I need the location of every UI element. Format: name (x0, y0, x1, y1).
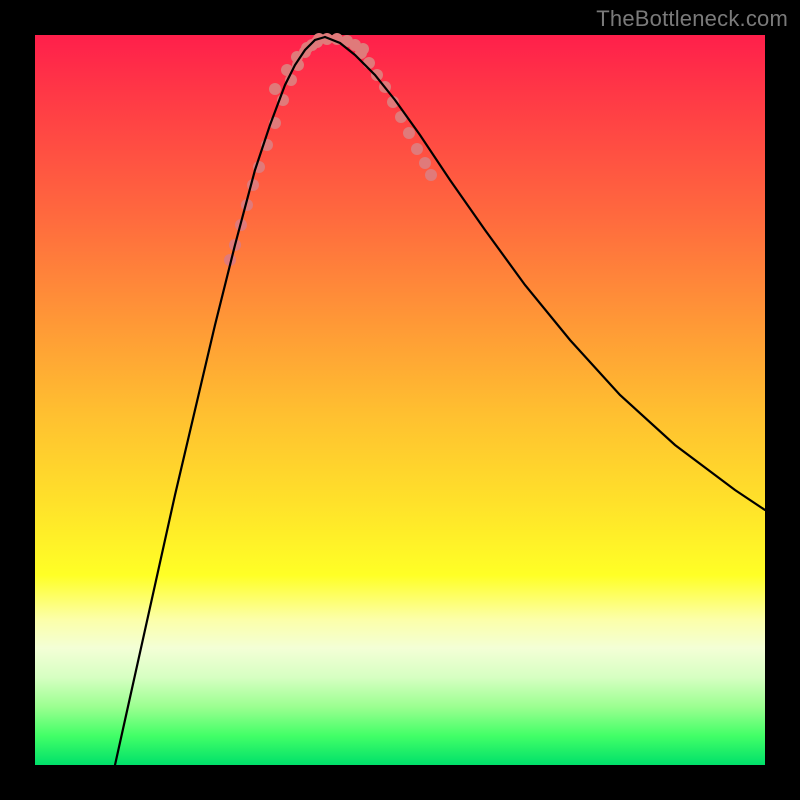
bottom-dotted-segment-dot (269, 83, 281, 95)
right-dotted-segment-dot (411, 143, 423, 155)
chart-frame: TheBottleneck.com (0, 0, 800, 800)
right-dotted-segment-dot (363, 57, 375, 69)
right-branch (325, 37, 765, 510)
right-dotted-segment-dot (403, 127, 415, 139)
watermark-text: TheBottleneck.com (596, 6, 788, 32)
chart-svg (35, 35, 765, 765)
right-dotted-segment-dot (425, 169, 437, 181)
right-dotted-segment-dot (419, 157, 431, 169)
left-branch (115, 37, 325, 765)
chart-plot-area (35, 35, 765, 765)
